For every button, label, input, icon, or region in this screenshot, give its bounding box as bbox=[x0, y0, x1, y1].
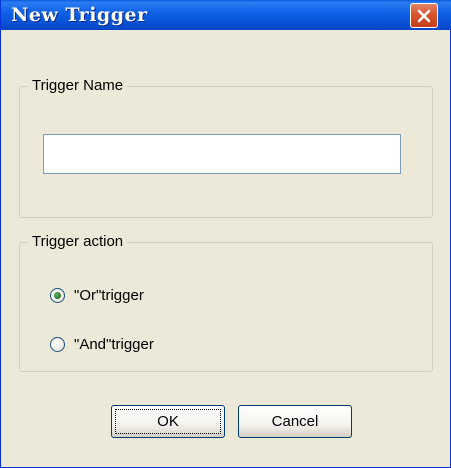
title-bar[interactable]: New Trigger bbox=[1, 0, 451, 30]
radio-and-trigger[interactable]: "And"trigger bbox=[50, 332, 154, 356]
close-button[interactable] bbox=[410, 3, 438, 28]
ok-button-focus-rect: OK bbox=[115, 409, 221, 434]
cancel-button[interactable]: Cancel bbox=[238, 405, 352, 438]
radio-button-unselected[interactable] bbox=[50, 336, 65, 352]
radio-and-trigger-label: "And"trigger bbox=[74, 335, 154, 353]
trigger-action-group-label: Trigger action bbox=[28, 233, 128, 251]
trigger-name-group-label: Trigger Name bbox=[28, 77, 128, 95]
close-icon bbox=[417, 9, 431, 23]
radio-or-trigger-label: "Or"trigger bbox=[74, 286, 144, 304]
new-trigger-dialog: New Trigger Trigger Name Trigger action … bbox=[0, 0, 451, 468]
radio-or-trigger[interactable]: "Or"trigger bbox=[50, 283, 144, 307]
cancel-button-label: Cancel bbox=[271, 413, 319, 430]
radio-button-selected[interactable] bbox=[50, 287, 65, 303]
trigger-name-input[interactable] bbox=[43, 134, 401, 174]
ok-button[interactable]: OK bbox=[111, 405, 225, 438]
radio-dot-icon bbox=[54, 291, 61, 299]
ok-button-label: OK bbox=[157, 413, 179, 430]
window-title: New Trigger bbox=[11, 4, 148, 26]
